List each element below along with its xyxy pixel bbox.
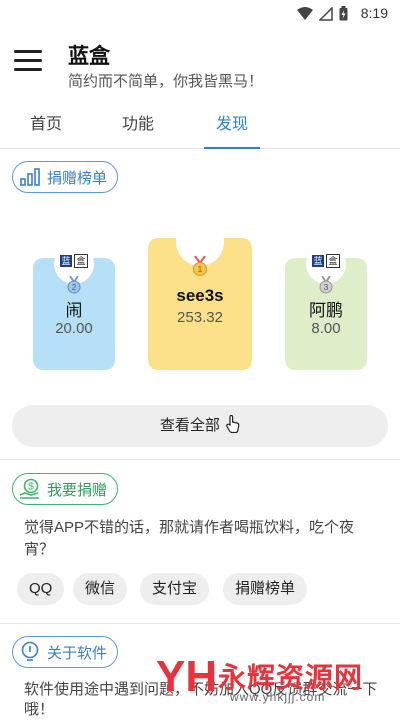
app-logo-icon: 蓝盒 [59, 254, 89, 268]
donate-description: 觉得APP不错的话，那就请作者喝瓶饮料，吃个夜宵？ [24, 519, 355, 558]
about-chip[interactable]: 关于软件 [12, 636, 119, 668]
gold-medal-icon: 1 [193, 256, 207, 276]
money-hand-icon: $ [19, 478, 41, 500]
donor-amount: 20.00 [55, 320, 93, 337]
app-title: 蓝盒 [68, 45, 110, 68]
donor-name: 阿鹏 [309, 301, 343, 320]
svg-text:1: 1 [198, 265, 203, 274]
wifi-icon [297, 6, 313, 20]
view-all-button[interactable]: 查看全部 [12, 405, 388, 447]
ranking-chip[interactable]: 捐赠榜单 [12, 161, 119, 193]
view-all-label: 查看全部 [159, 417, 220, 434]
status-time: 8:19 [360, 5, 388, 21]
lightbulb-icon [19, 641, 41, 663]
about-chip-label: 关于软件 [47, 644, 108, 662]
donor-name: see3s [176, 286, 224, 305]
app-subtitle: 简约而不简单，你我皆黑马！ [68, 73, 264, 90]
donor-card-rank-3[interactable]: 蓝盒 3 阿鹏 8.00 [285, 244, 367, 370]
menu-button[interactable] [14, 50, 42, 72]
silver-medal-icon: 2 [67, 276, 81, 294]
bar-chart-icon [19, 166, 41, 188]
donor-card-rank-1[interactable]: 1 see3s 253.32 [148, 218, 252, 370]
app-logo-icon: 蓝盒 [311, 254, 341, 268]
donate-alipay-button[interactable]: 支付宝 [140, 573, 210, 605]
svg-text:2: 2 [72, 283, 77, 292]
tab-features[interactable]: 功能 [92, 104, 184, 148]
donor-name: 闹 [65, 301, 83, 320]
tab-home[interactable]: 首页 [0, 104, 92, 148]
menu-icon-bar [14, 68, 42, 71]
watermark-logo-icon: YH [156, 652, 218, 701]
donate-chip[interactable]: $ 我要捐赠 [12, 473, 119, 505]
bronze-medal-icon: 3 [319, 276, 333, 294]
svg-text:3: 3 [324, 283, 329, 292]
section-divider [0, 459, 400, 460]
donor-card-rank-2[interactable]: 蓝盒 2 闹 20.00 [33, 244, 115, 370]
menu-icon-bar [14, 59, 42, 62]
watermark-url: www.yhkjjj.com [230, 690, 326, 704]
status-bar: 8:19 [0, 0, 400, 28]
donor-amount: 253.32 [177, 309, 223, 326]
signal-icon [319, 6, 333, 21]
battery-icon [339, 6, 348, 21]
donate-ranking-button[interactable]: 捐赠榜单 [223, 573, 308, 605]
donate-chip-label: 我要捐赠 [47, 481, 108, 499]
donate-qq-button[interactable]: QQ [17, 573, 65, 605]
ranking-chip-label: 捐赠榜单 [47, 169, 108, 187]
donor-amount: 8.00 [311, 320, 341, 337]
hand-pointer-icon [226, 414, 240, 434]
site-watermark: YH 永辉资源网 www.yhkjjj.com [150, 650, 400, 710]
status-icons [297, 6, 348, 21]
donate-wechat-button[interactable]: 微信 [73, 573, 128, 605]
section-divider [0, 623, 400, 624]
svg-text:$: $ [28, 482, 34, 493]
tab-discover[interactable]: 发现 [204, 104, 260, 149]
app-bar: 蓝盒 简约而不简单，你我皆黑马！ [0, 28, 400, 98]
menu-icon-bar [14, 50, 42, 53]
tab-bar: 首页 功能 发现 [0, 104, 400, 149]
